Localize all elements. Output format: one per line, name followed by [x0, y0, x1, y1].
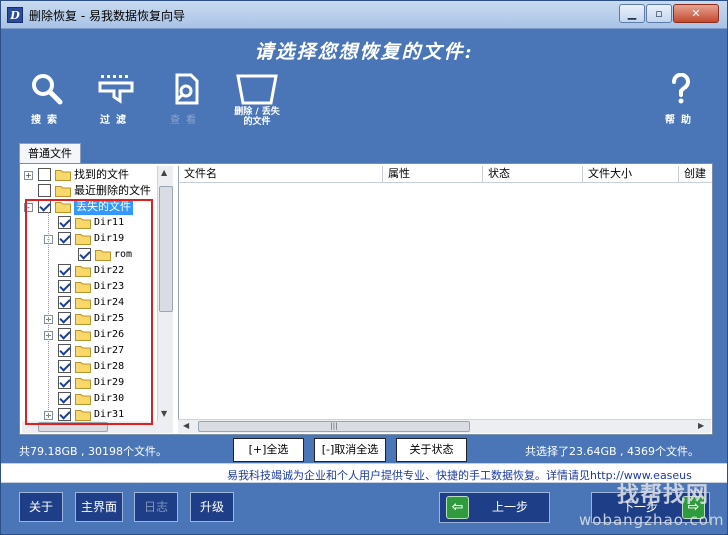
about-button[interactable]: 关于: [19, 492, 63, 522]
tree-vertical-scrollbar[interactable]: ▲ ▼: [157, 166, 173, 421]
title-bar: D 删除恢复 - 易我数据恢复向导 ▁ ▫ ✕: [1, 1, 727, 29]
app-icon: D: [7, 7, 23, 23]
list-horizontal-scrollbar[interactable]: ◀ ||| ▶: [178, 419, 711, 433]
help-tool[interactable]: 帮助: [651, 71, 711, 126]
tree-scroll-thumb[interactable]: [159, 186, 173, 312]
list-hscroll-thumb[interactable]: |||: [198, 421, 470, 432]
filter-tool[interactable]: 过滤: [86, 71, 146, 126]
search-label: 搜索: [31, 115, 63, 126]
column-attributes[interactable]: 属性: [383, 166, 483, 183]
deleted-files-label-2: 的文件: [243, 117, 271, 127]
watermark-url: wobangzhao.com: [579, 511, 725, 529]
deselect-all-button[interactable]: [-]取消全选: [314, 438, 386, 462]
help-icon: [651, 71, 711, 107]
file-list[interactable]: 文件名 属性 状态 文件大小 创建: [178, 166, 712, 432]
prev-button[interactable]: ⇦ 上一步: [439, 492, 550, 523]
search-tool[interactable]: 搜索: [17, 71, 77, 126]
tree-checkbox[interactable]: [38, 168, 51, 181]
window-title: 删除恢复 - 易我数据恢复向导: [29, 9, 185, 23]
preview-tool[interactable]: 查看: [156, 71, 216, 126]
prev-label: 上一步: [492, 500, 529, 514]
selected-summary: 共选择了23.64GB , 4369个文件。: [525, 445, 700, 458]
main-menu-button[interactable]: 主界面: [75, 492, 123, 522]
scroll-up-icon[interactable]: ▲: [161, 168, 167, 177]
page-title: 请选择您想恢复的文件:: [254, 41, 474, 63]
upgrade-button[interactable]: 升级: [190, 492, 234, 522]
folder-icon: [55, 170, 71, 181]
deleted-files-icon: [227, 71, 287, 107]
tree-item-label: 最近删除的文件: [74, 184, 151, 197]
watermark: 找帮找网 wobangzhao.com: [573, 475, 728, 535]
help-label: 帮助: [665, 115, 697, 126]
tree-item-label: 找到的文件: [74, 168, 129, 181]
select-all-button[interactable]: [+]全选: [233, 438, 304, 462]
tab-normal-files[interactable]: 普通文件: [19, 143, 81, 164]
preview-label: 查看: [170, 115, 202, 126]
tree-checkbox[interactable]: [38, 184, 51, 197]
column-size[interactable]: 文件大小: [583, 166, 679, 183]
filter-icon: [86, 71, 146, 107]
column-filename[interactable]: 文件名: [179, 166, 383, 183]
column-status[interactable]: 状态: [483, 166, 583, 183]
search-icon: [17, 71, 77, 107]
highlight-box: [25, 199, 153, 425]
log-button[interactable]: 日志: [134, 492, 178, 522]
maximize-button[interactable]: ▫: [646, 4, 672, 23]
column-created[interactable]: 创建: [679, 166, 712, 183]
preview-icon: [156, 71, 216, 107]
about-status-button[interactable]: 关于状态: [396, 438, 467, 462]
tree-item[interactable]: + 找到的文件: [22, 167, 173, 183]
scroll-down-icon[interactable]: ▼: [161, 409, 167, 418]
total-summary: 共79.18GB , 30198个文件。: [19, 445, 168, 458]
filter-label: 过滤: [100, 115, 132, 126]
deleted-files-label-1: 删除 / 丢失: [234, 107, 280, 117]
minimize-button[interactable]: ▁: [619, 4, 645, 23]
arrow-left-icon: ⇦: [446, 496, 469, 519]
watermark-text: 找帮找网: [617, 483, 710, 508]
scroll-left-icon[interactable]: ◀: [183, 421, 189, 430]
app-window: D 删除恢复 - 易我数据恢复向导 ▁ ▫ ✕ 请选择您想恢复的文件: 搜索 过…: [0, 0, 728, 535]
tree-item[interactable]: 最近删除的文件: [22, 183, 173, 199]
close-button[interactable]: ✕: [673, 4, 719, 23]
scroll-right-icon[interactable]: ▶: [698, 421, 704, 430]
expand-icon[interactable]: +: [24, 171, 33, 180]
deleted-files-tool[interactable]: 删除 / 丢失 的文件: [227, 71, 287, 127]
folder-icon: [55, 186, 71, 197]
